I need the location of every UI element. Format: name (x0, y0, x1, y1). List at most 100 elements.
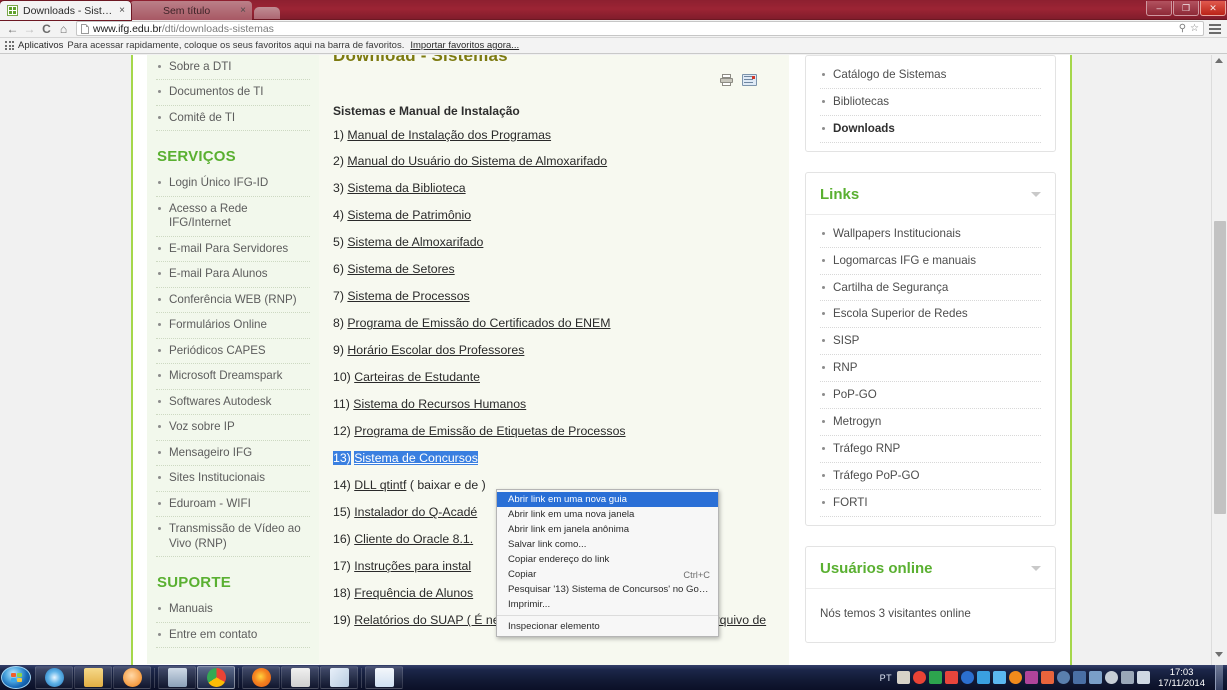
panel-list-item[interactable]: Bibliotecas (820, 89, 1041, 116)
taskbar-button-google-chrome[interactable] (197, 666, 235, 689)
show-desktop-button[interactable] (1215, 665, 1223, 690)
hamburger-menu-icon[interactable] (1207, 22, 1223, 36)
scroll-down-icon[interactable] (1215, 652, 1225, 662)
close-button[interactable]: ✕ (1200, 1, 1226, 16)
taskbar-button-firefox[interactable] (242, 666, 280, 689)
windows-start-orb[interactable] (1, 666, 31, 689)
sidebar-item[interactable]: Voz sobre IP (156, 415, 310, 441)
camera-icon[interactable] (897, 671, 911, 684)
loop-icon[interactable] (993, 671, 1007, 684)
zoom-in-icon[interactable]: ⚲ (1179, 23, 1186, 34)
download-link[interactable]: Manual do Usuário do Sistema de Almoxari… (347, 154, 607, 168)
panel-list-item[interactable]: Logomarcas IFG e manuais (820, 248, 1041, 275)
taskbar-button-calculator-grid[interactable] (281, 666, 319, 689)
sidebar-item[interactable]: Manuais (156, 597, 310, 623)
teamviewer-icon[interactable] (929, 671, 943, 684)
panel-list-item[interactable]: RNP (820, 355, 1041, 383)
context-menu-item[interactable]: Abrir link em uma nova guia (497, 492, 718, 507)
back-icon[interactable]: ← (4, 21, 21, 37)
sidebar-item[interactable]: Eduroam - WIFI (156, 492, 310, 518)
maximize-button[interactable]: ❐ (1173, 1, 1199, 16)
taskbar-button-internet-explorer[interactable] (35, 666, 73, 689)
sidebar-item[interactable]: Softwares Autodesk (156, 390, 310, 416)
download-link[interactable]: Frequência de Alunos (354, 586, 473, 600)
address-bar[interactable]: www.ifg.edu.br/dti/downloads-sistemas ⚲ … (76, 21, 1204, 36)
panel-list-item[interactable]: Wallpapers Institucionais (820, 221, 1041, 248)
tab-close-icon[interactable]: × (119, 5, 125, 16)
sidebar-item[interactable]: E-mail Para Servidores (156, 237, 310, 263)
download-link[interactable]: Sistema de Setores (347, 262, 454, 276)
new-tab-button[interactable] (254, 7, 280, 20)
page-scrollbar[interactable] (1211, 55, 1227, 665)
display-icon[interactable] (1121, 671, 1135, 684)
context-menu-item-inspect[interactable]: Inspecionar elemento (497, 619, 718, 634)
monitor-icon[interactable] (1057, 671, 1071, 684)
context-menu-item[interactable]: Pesquisar '13) Sistema de Concursos' no … (497, 582, 718, 597)
context-menu-item[interactable]: Abrir link em janela anônima (497, 522, 718, 537)
taskbar-button-media-player[interactable] (113, 666, 151, 689)
flag-icon[interactable] (1105, 671, 1119, 684)
panel-list-item[interactable]: Tráfego PoP-GO (820, 463, 1041, 490)
scroll-up-icon[interactable] (1215, 58, 1225, 68)
context-menu-item[interactable]: Salvar link como... (497, 537, 718, 552)
sidebar-item[interactable]: Formulários Online (156, 313, 310, 339)
volume-icon[interactable] (1137, 671, 1151, 684)
chevron-down-icon[interactable] (1031, 565, 1041, 571)
download-link[interactable]: Instalador do Q-Acadé (354, 505, 477, 519)
panel-list-item[interactable]: Escola Superior de Redes (820, 301, 1041, 329)
download-link[interactable]: Cliente do Oracle 8.1. (354, 532, 473, 546)
panel-list-item[interactable]: Cartilha de Segurança (820, 275, 1041, 302)
shield-icon[interactable] (945, 671, 959, 684)
panel-list-item[interactable]: Metrogyn (820, 409, 1041, 436)
orange-app-icon[interactable] (1009, 671, 1023, 684)
sidebar-item[interactable]: Login Único IFG-ID (156, 171, 310, 197)
taskbar-button-word[interactable] (365, 666, 403, 689)
download-link[interactable]: Sistema de Processos (347, 289, 469, 303)
download-link[interactable]: Manual de Instalação dos Programas (347, 128, 551, 142)
download-link[interactable]: Sistema de Patrimônio (347, 208, 471, 222)
sidebar-item[interactable]: Microsoft Dreamspark (156, 364, 310, 390)
apps-grid-icon[interactable] (5, 41, 14, 50)
network-icon[interactable] (1073, 671, 1087, 684)
chevron-down-icon[interactable] (1031, 191, 1041, 197)
home-icon[interactable]: ⌂ (55, 21, 72, 37)
download-link[interactable]: Instruções para instal (354, 559, 471, 573)
print-icon[interactable] (720, 74, 733, 86)
sidebar-item[interactable]: Comitê de TI (156, 106, 310, 132)
download-link[interactable]: Sistema da Biblioteca (347, 181, 465, 195)
purple-app-icon[interactable] (1025, 671, 1039, 684)
download-link[interactable]: Horário Escolar dos Professores (347, 343, 524, 357)
panel-list-item[interactable]: FORTI (820, 490, 1041, 517)
context-menu-item[interactable]: Abrir link em uma nova janela (497, 507, 718, 522)
sidebar-item[interactable]: Acesso a Rede IFG/Internet (156, 197, 310, 237)
flash-icon[interactable] (977, 671, 991, 684)
panel-list-item[interactable]: Downloads (820, 116, 1041, 143)
panel-list-item[interactable]: PoP-GO (820, 382, 1041, 410)
download-link[interactable]: Programa de Emissão de Etiquetas de Proc… (354, 424, 625, 438)
browser-tab-inactive[interactable]: Sem título × (130, 1, 252, 20)
download-link[interactable]: DLL qtintf (354, 478, 406, 492)
context-menu-item[interactable]: Copiar endereço do link (497, 552, 718, 567)
vlc-icon[interactable] (1041, 671, 1055, 684)
download-link[interactable]: Sistema do Recursos Humanos (353, 397, 526, 411)
sidebar-item[interactable]: Sites Institucionais (156, 466, 310, 492)
reload-icon[interactable]: C (38, 21, 55, 37)
download-link[interactable]: Sistema de Almoxarifado (347, 235, 483, 249)
tab-close-icon[interactable]: × (240, 5, 246, 16)
scrollbar-thumb[interactable] (1214, 221, 1226, 514)
panel-list-item[interactable]: Tráfego RNP (820, 436, 1041, 463)
forward-icon[interactable]: → (21, 21, 38, 37)
minimize-button[interactable]: – (1146, 1, 1172, 16)
sidebar-item[interactable]: Conferência WEB (RNP) (156, 288, 310, 314)
star-icon[interactable]: ☆ (1190, 23, 1199, 34)
chrome-tray-icon[interactable] (913, 671, 927, 684)
language-indicator[interactable]: PT (880, 673, 893, 683)
sidebar-item[interactable]: Sobre a DTI (156, 55, 310, 81)
security-icon[interactable] (1089, 671, 1103, 684)
taskbar-button-sync[interactable] (158, 666, 196, 689)
sidebar-item[interactable]: Transmissão de Vídeo ao Vivo (RNP) (156, 517, 310, 558)
panel-list-item[interactable]: SISP (820, 328, 1041, 356)
taskbar-clock[interactable]: 17:03 17/11/2014 (1155, 667, 1210, 689)
email-icon[interactable] (742, 74, 757, 86)
sidebar-item[interactable]: Mensageiro IFG (156, 441, 310, 467)
